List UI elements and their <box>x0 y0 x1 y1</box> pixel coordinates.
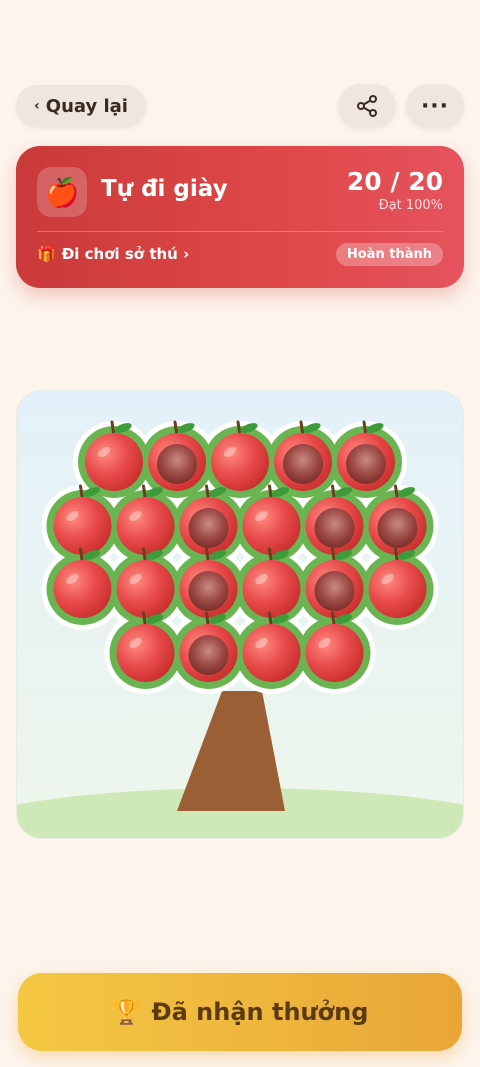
share-button[interactable] <box>338 84 396 128</box>
apple-tree-panel <box>16 390 464 839</box>
back-button[interactable]: ‹ Quay lại <box>16 85 146 127</box>
apple-body <box>53 497 112 555</box>
apple-hole <box>188 635 229 675</box>
apple-hole <box>314 571 355 611</box>
reward-label: Đi chơi sở thú › <box>61 245 190 263</box>
apple-hole <box>188 571 229 611</box>
apple-body <box>116 560 175 618</box>
goal-title: Tự đi giày <box>101 176 228 202</box>
more-button[interactable]: ··· <box>406 84 464 128</box>
apple-hole <box>283 444 323 484</box>
share-icon <box>357 95 377 117</box>
chevron-left-icon: ‹ <box>34 98 40 114</box>
reward-link[interactable]: 🎁 Đi chơi sở thú › <box>37 245 189 263</box>
top-bar: ‹ Quay lại ··· <box>16 84 464 128</box>
apple-body <box>85 433 143 491</box>
gift-icon: 🎁 <box>37 245 56 263</box>
apple-body <box>116 497 175 555</box>
claim-label: Đã nhận thưởng <box>151 998 369 1026</box>
apple-body <box>53 560 112 618</box>
apple-body <box>116 624 175 682</box>
apple-body <box>242 560 301 618</box>
apple-hole <box>188 508 229 548</box>
apple-body <box>242 624 301 682</box>
back-label: Quay lại <box>45 95 128 117</box>
apple-hole <box>346 444 386 484</box>
goal-card: 🍎 Tự đi giày 20 / 20 Đạt 100% 🎁 Đi chơi … <box>16 146 464 288</box>
more-icon: ··· <box>420 93 450 119</box>
apple-body <box>211 433 269 491</box>
trophy-icon: 🏆 <box>111 998 142 1026</box>
apple-body <box>305 624 364 682</box>
apple-body <box>368 560 427 618</box>
claimed-reward-button[interactable]: 🏆 Đã nhận thưởng <box>18 973 462 1051</box>
progress-count: 20 / 20 <box>346 167 443 196</box>
apple-hole <box>314 508 355 548</box>
status-badge: Hoàn thành <box>335 243 443 266</box>
apple-hole <box>157 444 197 484</box>
tree-trunk <box>177 691 285 811</box>
apple-icon: 🍎 <box>37 167 87 217</box>
apple-hole <box>377 508 418 548</box>
progress-percent: Đạt 100% <box>378 198 443 213</box>
apple-tree <box>17 420 463 838</box>
apple-body <box>242 497 301 555</box>
card-divider <box>37 231 443 232</box>
